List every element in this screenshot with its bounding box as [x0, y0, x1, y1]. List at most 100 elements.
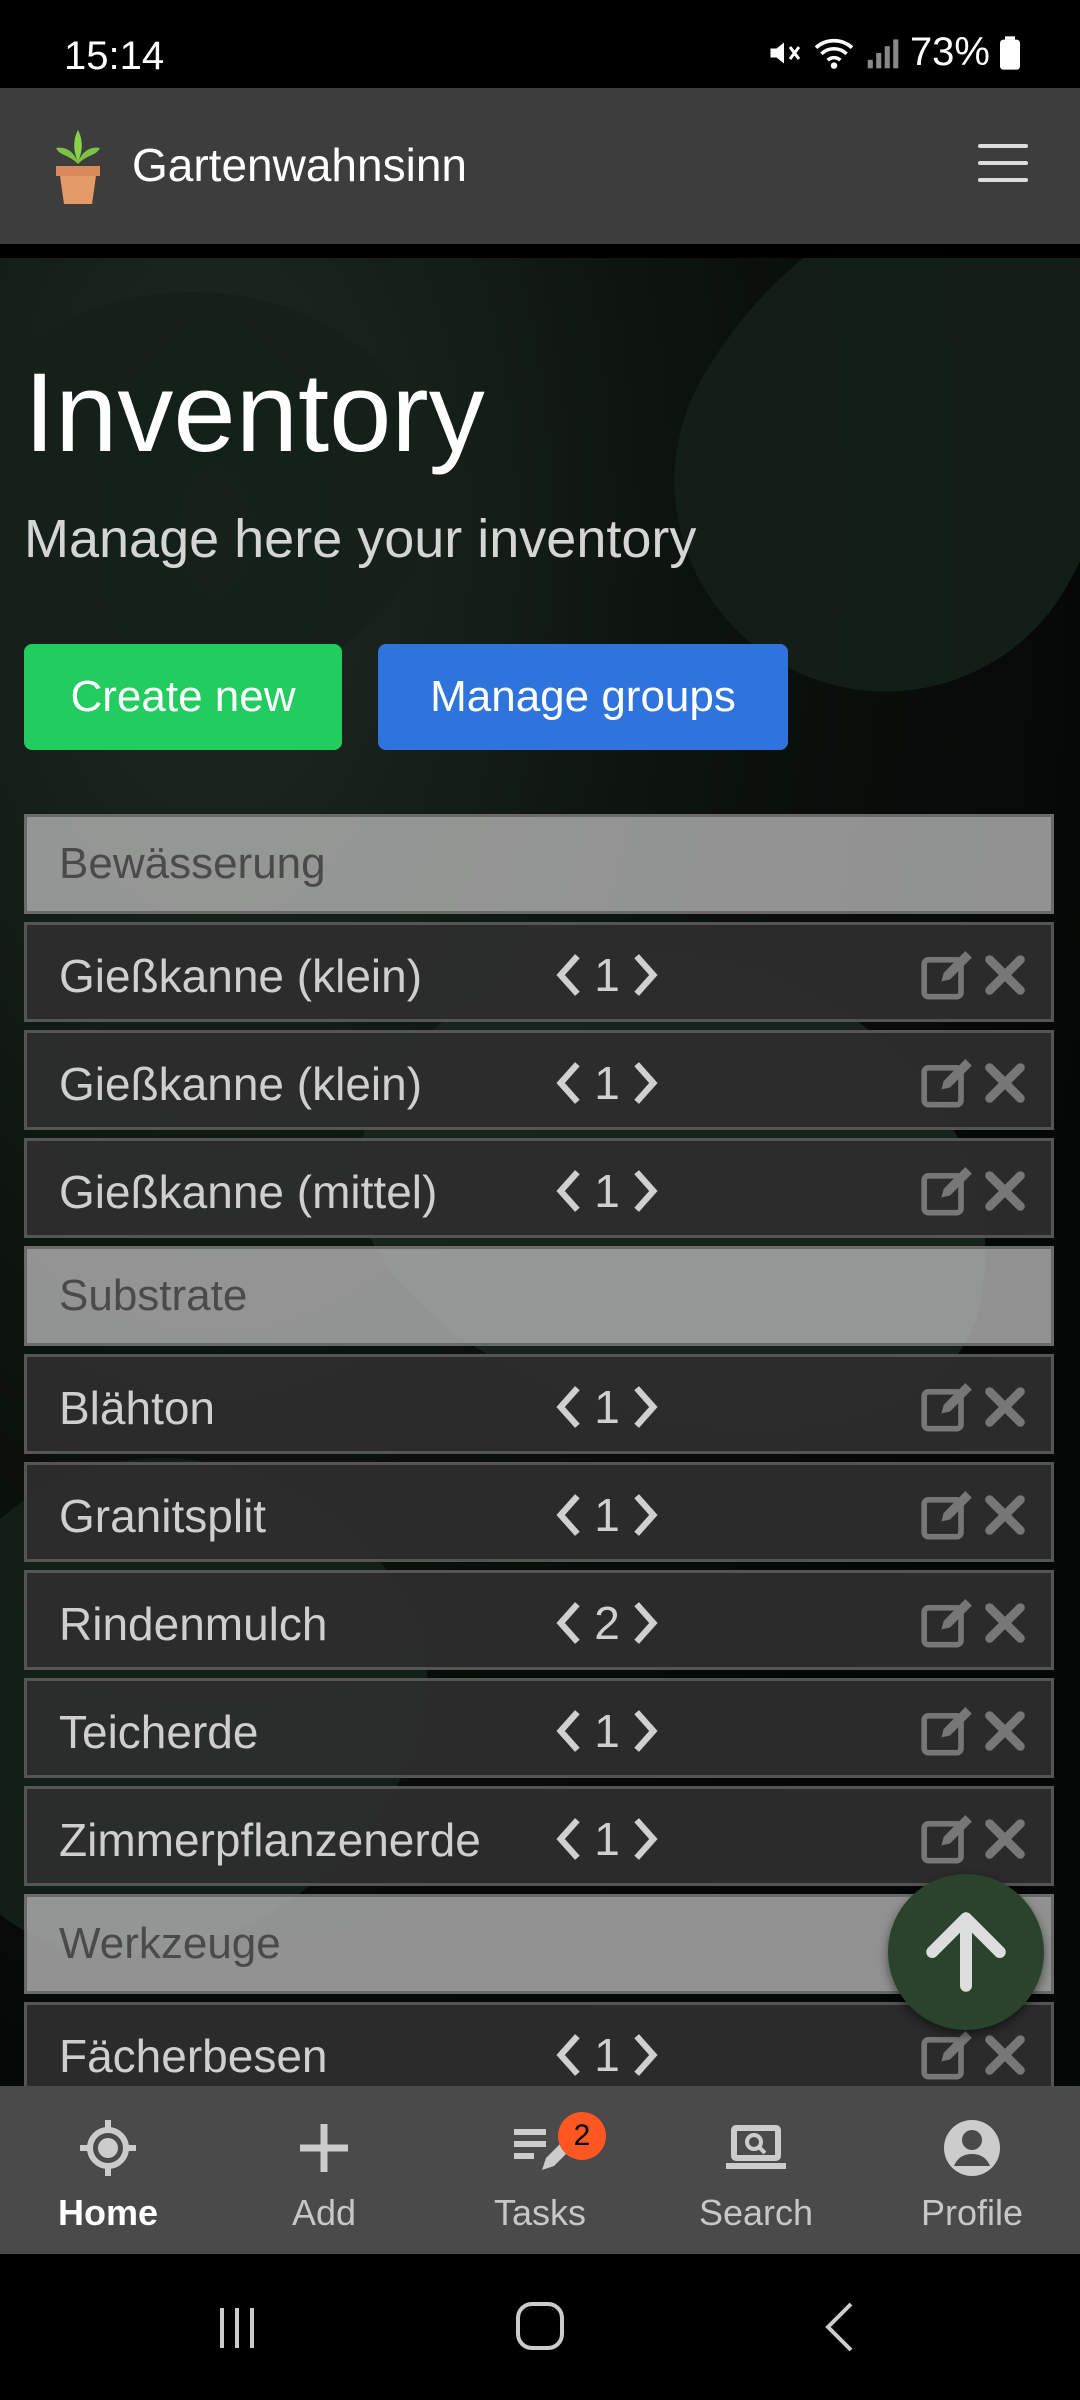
chevron-left-icon[interactable] [552, 1814, 586, 1864]
delete-icon[interactable] [983, 1169, 1027, 1224]
arrow-up-icon [926, 1912, 1006, 1992]
item-quantity: 2 [594, 1597, 620, 1649]
nav-profile[interactable]: Profile [864, 2086, 1080, 2254]
edit-icon[interactable] [919, 1381, 977, 1444]
inventory-item-row: Gießkanne (klein) 1 [24, 1030, 1054, 1130]
app-title: Gartenwahnsinn [132, 139, 467, 191]
edit-icon[interactable] [919, 1165, 977, 1228]
chevron-left-icon[interactable] [552, 1598, 586, 1648]
page-title: Inventory [24, 350, 485, 475]
inventory-item-row: Blähton 1 [24, 1354, 1054, 1454]
bottom-navigation: Home Add 2 Tasks Search Profile [0, 2086, 1080, 2254]
system-navigation-bar [0, 2254, 1080, 2400]
quantity-stepper: 1 [552, 945, 662, 1005]
plant-pot-logo-icon[interactable] [48, 126, 108, 206]
chevron-right-icon[interactable] [628, 2030, 662, 2080]
plus-icon [300, 2124, 348, 2172]
delete-icon[interactable] [983, 2033, 1027, 2086]
status-icons: 73% [766, 30, 1020, 75]
item-actions [919, 1165, 1027, 1228]
chevron-left-icon[interactable] [552, 1058, 586, 1108]
item-quantity: 1 [594, 1165, 620, 1217]
edit-icon[interactable] [919, 2029, 977, 2086]
item-name: Fächerbesen [59, 2030, 328, 2082]
home-target-icon [80, 2120, 136, 2176]
recent-apps-icon[interactable] [202, 2294, 272, 2360]
nav-label: Home [57, 2192, 159, 2233]
mute-icon [770, 42, 801, 63]
app-header: Gartenwahnsinn [0, 88, 1080, 244]
item-name: Gießkanne (klein) [59, 950, 423, 1002]
nav-tasks[interactable]: 2 Tasks [432, 2086, 648, 2254]
item-name: Zimmerpflanzenerde [59, 1814, 481, 1866]
inventory-list: Bewässerung Gießkanne (klein) 1 Gießkanne (… [24, 814, 1054, 2086]
chevron-right-icon[interactable] [628, 950, 662, 1000]
edit-icon[interactable] [919, 1489, 977, 1552]
nav-label: Search [698, 2192, 814, 2233]
battery-icon [1000, 35, 1020, 70]
back-icon[interactable] [806, 2294, 876, 2360]
delete-icon[interactable] [983, 1493, 1027, 1548]
battery-percent: 73% [909, 30, 990, 74]
quantity-stepper: 1 [552, 1485, 662, 1545]
item-quantity: 1 [594, 1489, 620, 1541]
item-actions [919, 1705, 1027, 1768]
edit-icon[interactable] [919, 1057, 977, 1120]
main-content[interactable]: Inventory Manage here your inventory Cre… [0, 258, 1080, 2086]
chevron-left-icon[interactable] [552, 1490, 586, 1540]
profile-icon [944, 2120, 1000, 2176]
quantity-stepper: 1 [552, 1701, 662, 1761]
inventory-item-row: Gießkanne (mittel) 1 [24, 1138, 1054, 1238]
status-time: 15:14 [64, 34, 165, 78]
group-header: Bewässerung [24, 814, 1054, 914]
item-name: Teicherde [59, 1706, 259, 1758]
home-button-icon[interactable] [505, 2294, 575, 2360]
delete-icon[interactable] [983, 1385, 1027, 1440]
item-name: Rindenmulch [59, 1598, 328, 1650]
delete-icon[interactable] [983, 1061, 1027, 1116]
scroll-top-button[interactable] [888, 1874, 1044, 2030]
chevron-right-icon[interactable] [628, 1382, 662, 1432]
chevron-left-icon[interactable] [552, 2030, 586, 2080]
delete-icon[interactable] [983, 1709, 1027, 1764]
wifi-icon [814, 38, 854, 69]
inventory-item-row: Rindenmulch 2 [24, 1570, 1054, 1670]
nav-home[interactable]: Home [0, 2086, 216, 2254]
chevron-left-icon[interactable] [552, 1382, 586, 1432]
nav-search[interactable]: Search [648, 2086, 864, 2254]
chevron-right-icon[interactable] [628, 1490, 662, 1540]
chevron-left-icon[interactable] [552, 950, 586, 1000]
chevron-right-icon[interactable] [628, 1166, 662, 1216]
chevron-right-icon[interactable] [628, 1814, 662, 1864]
create-new-button[interactable]: Create new [24, 644, 342, 750]
item-quantity: 1 [594, 2029, 620, 2081]
item-name: Gießkanne (klein) [59, 1058, 423, 1110]
edit-icon[interactable] [919, 949, 977, 1012]
item-actions [919, 949, 1027, 1012]
item-quantity: 1 [594, 949, 620, 1001]
chevron-left-icon[interactable] [552, 1706, 586, 1756]
chevron-right-icon[interactable] [628, 1058, 662, 1108]
nav-label: Add [291, 2192, 357, 2233]
item-actions [919, 1489, 1027, 1552]
delete-icon[interactable] [983, 1817, 1027, 1872]
chevron-right-icon[interactable] [628, 1598, 662, 1648]
nav-add[interactable]: Add [216, 2086, 432, 2254]
item-actions [919, 1057, 1027, 1120]
delete-icon[interactable] [983, 1601, 1027, 1656]
signal-icon [867, 38, 899, 68]
hamburger-menu-icon[interactable] [978, 144, 1028, 184]
edit-icon[interactable] [919, 1705, 977, 1768]
item-quantity: 1 [594, 1381, 620, 1433]
group-header: Substrate [24, 1246, 1054, 1346]
inventory-item-row: Teicherde 1 [24, 1678, 1054, 1778]
chevron-right-icon[interactable] [628, 1706, 662, 1756]
edit-icon[interactable] [919, 1813, 977, 1876]
edit-icon[interactable] [919, 1597, 977, 1660]
inventory-item-row: Gießkanne (klein) 1 [24, 922, 1054, 1022]
quantity-stepper: 2 [552, 1593, 662, 1653]
chevron-left-icon[interactable] [552, 1166, 586, 1216]
delete-icon[interactable] [983, 953, 1027, 1008]
manage-groups-button[interactable]: Manage groups [378, 644, 788, 750]
item-quantity: 1 [594, 1057, 620, 1109]
